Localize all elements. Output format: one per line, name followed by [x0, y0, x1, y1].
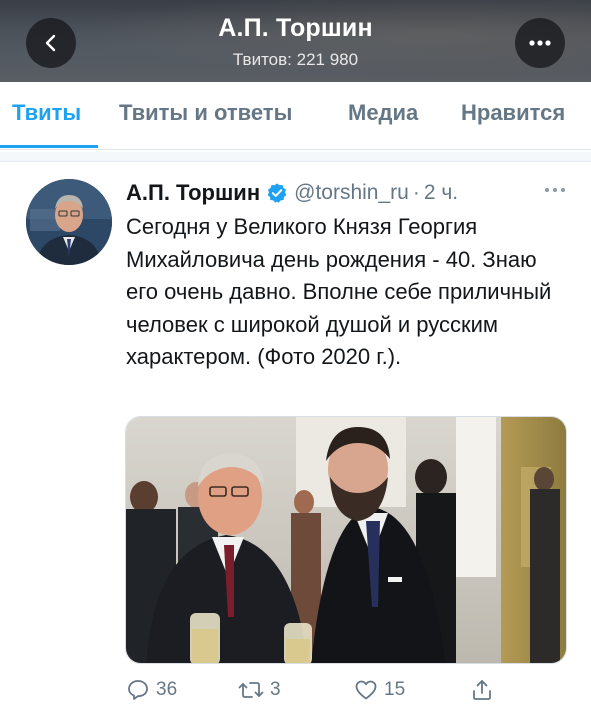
share-icon — [473, 680, 491, 700]
author-handle[interactable]: @torshin_ru — [294, 181, 409, 205]
section-divider — [0, 152, 591, 162]
share-button[interactable] — [470, 678, 494, 702]
photo-image — [126, 417, 566, 663]
tweet-text: Сегодня у Великого Князя Георгия Михайло… — [126, 214, 552, 369]
retweet-button[interactable]: 3 — [238, 678, 281, 702]
more-horizontal-icon — [529, 40, 551, 46]
more-horizontal-icon — [545, 188, 565, 192]
like-button[interactable]: 15 — [354, 678, 405, 702]
verified-badge-icon — [266, 182, 288, 204]
reply-icon — [128, 680, 148, 700]
tab-media[interactable]: Медиа — [348, 100, 418, 126]
tweet-timestamp[interactable]: 2 ч. — [424, 181, 458, 205]
tab-likes[interactable]: Нравится — [461, 100, 565, 126]
tweet-count: Твитов: 221 980 — [232, 50, 359, 69]
active-tab-indicator — [0, 145, 98, 148]
tweet-header: А.П. Торшин @torshin_ru · 2 ч. — [126, 178, 458, 208]
meta-separator: · — [412, 181, 420, 204]
profile-header: А.П. Торшин Твитов: 221 980 — [0, 0, 591, 82]
tweet-photo[interactable] — [125, 416, 567, 664]
reply-count: 36 — [156, 679, 178, 700]
tweet-actions: 36 3 15 — [126, 678, 566, 708]
tab-tweets-and-replies[interactable]: Твиты и ответы — [119, 100, 292, 126]
author-name[interactable]: А.П. Торшин — [126, 180, 260, 206]
reply-button[interactable]: 36 — [126, 678, 177, 702]
profile-name-title: А.П. Торшин — [218, 14, 373, 42]
profile-tabs: Твиты Твиты и ответы Медиа Нравится — [0, 82, 591, 150]
more-button[interactable] — [515, 18, 565, 68]
tab-tweets[interactable]: Твиты — [12, 100, 81, 126]
heart-icon — [355, 680, 377, 700]
retweet-count: 3 — [270, 679, 281, 700]
retweet-icon — [238, 682, 264, 698]
tweet-options-button[interactable] — [543, 181, 567, 199]
avatar[interactable] — [26, 179, 112, 265]
like-count: 15 — [384, 679, 406, 700]
avatar-image — [26, 179, 112, 265]
